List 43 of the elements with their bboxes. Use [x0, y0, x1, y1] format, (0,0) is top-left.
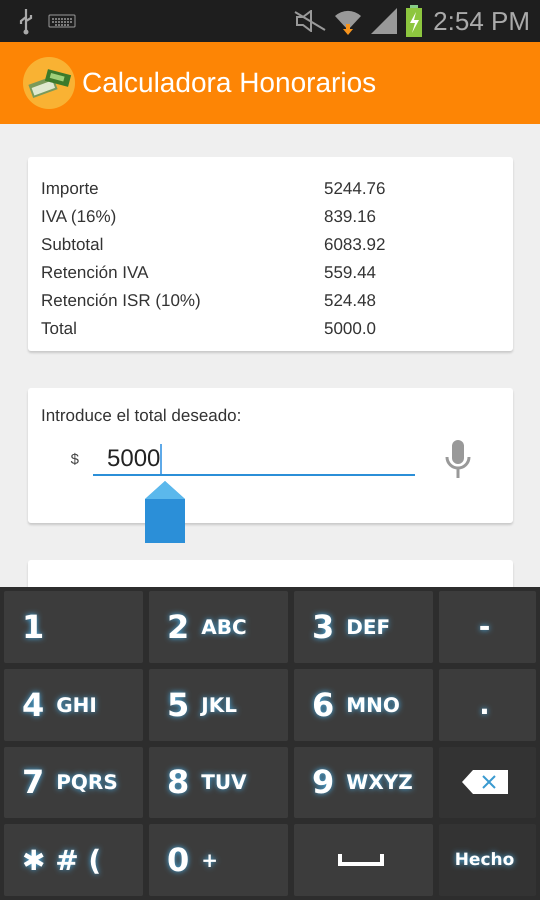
keyboard-key[interactable]: -	[439, 591, 536, 663]
keyboard-key[interactable]: 4 GHI	[4, 668, 143, 740]
text-cursor-handle[interactable]	[143, 481, 187, 543]
space-key[interactable]	[294, 824, 433, 896]
input-field[interactable]: 5000	[93, 442, 415, 476]
keyboard-key[interactable]: 8 TUV	[149, 746, 288, 818]
summary-value: 5244.76	[324, 179, 386, 199]
summary-value: 559.44	[324, 263, 376, 283]
keyboard-key[interactable]: 0 +	[149, 824, 288, 896]
signal-icon	[369, 6, 400, 36]
app-title: Calculadora Honorarios	[82, 67, 376, 99]
keyboard-key[interactable]: 5 JKL	[149, 668, 288, 740]
backspace-icon	[460, 769, 508, 796]
backspace-key[interactable]	[439, 746, 536, 818]
status-time: 2:54 PM	[433, 6, 530, 36]
keyboard-key[interactable]: 9 WXYZ	[294, 746, 433, 818]
keyboard-key[interactable]: 3 DEF	[294, 591, 433, 663]
keyboard-key[interactable]: .	[439, 668, 536, 740]
battery-icon	[405, 5, 424, 37]
keyboard-key[interactable]: 2 ABC	[149, 591, 288, 663]
money-calculator-icon	[22, 56, 76, 110]
usb-icon	[18, 7, 34, 35]
summary-value: 6083.92	[324, 235, 386, 255]
keyboard-key[interactable]: ✱ # (	[4, 824, 143, 896]
summary-label: Subtotal	[41, 235, 104, 255]
keyboard-key[interactable]: 1	[4, 591, 143, 663]
summary-label: Retención ISR (10%)	[41, 291, 202, 311]
microphone-icon[interactable]	[445, 440, 471, 478]
summary-label: Retención IVA	[41, 263, 150, 283]
summary-value: 839.16	[324, 207, 376, 227]
currency-sign: $	[70, 450, 80, 468]
keyboard-icon	[48, 13, 76, 29]
summary-value: 524.48	[324, 291, 376, 311]
summary-label: Total	[41, 319, 78, 339]
summary-label: IVA (16%)	[41, 207, 118, 227]
done-key[interactable]: Hecho	[439, 824, 536, 896]
summary-label: Importe	[41, 179, 100, 199]
keyboard-key[interactable]: 6 MNO	[294, 668, 433, 740]
space-icon	[338, 854, 384, 866]
input-prompt: Introduce el total deseado:	[41, 406, 242, 425]
summary-value: 5000.0	[324, 319, 376, 339]
keyboard-key[interactable]: 7 PQRS	[4, 746, 143, 818]
mute-icon	[293, 10, 328, 32]
